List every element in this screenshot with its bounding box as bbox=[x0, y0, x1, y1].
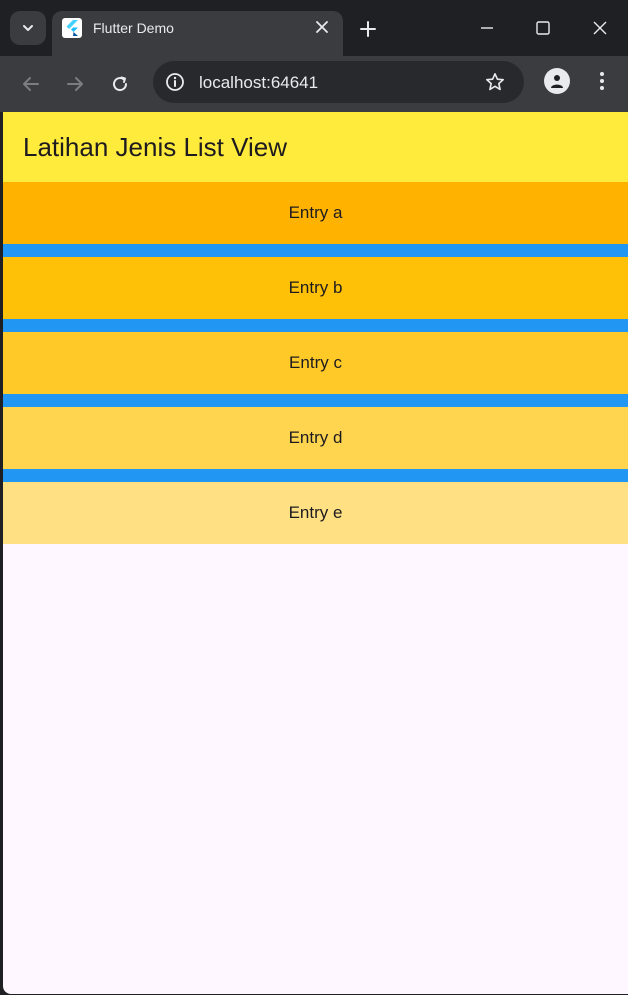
list-item-entry-a[interactable]: Entry a bbox=[3, 182, 628, 244]
flutter-logo-icon bbox=[62, 18, 82, 38]
app-bar: Latihan Jenis List View bbox=[3, 112, 628, 182]
active-tab[interactable]: Flutter Demo bbox=[52, 11, 343, 56]
list-item-entry-d[interactable]: Entry d bbox=[3, 407, 628, 469]
list-item-label: Entry e bbox=[288, 503, 343, 522]
list-item-entry-b[interactable]: Entry b bbox=[3, 257, 628, 319]
entry-list: Entry a Entry b Entry c Entry d Entry e bbox=[3, 182, 628, 544]
maximize-button[interactable] bbox=[529, 14, 557, 42]
address-bar[interactable]: localhost:64641 bbox=[153, 61, 524, 103]
list-divider bbox=[3, 469, 628, 482]
page-viewport: Latihan Jenis List View Entry a Entry b … bbox=[3, 112, 628, 994]
new-tab-button[interactable] bbox=[354, 15, 382, 43]
bookmark-star-icon[interactable] bbox=[484, 71, 506, 93]
tab-title: Flutter Demo bbox=[93, 20, 174, 36]
browser-tab-strip: Flutter Demo bbox=[0, 0, 628, 56]
forward-arrow-icon bbox=[67, 77, 83, 91]
browser-toolbar: localhost:64641 bbox=[0, 56, 628, 112]
url-text: localhost:64641 bbox=[199, 73, 319, 92]
maximize-icon bbox=[536, 21, 550, 35]
tab-search-button[interactable] bbox=[10, 11, 46, 45]
profile-avatar-icon[interactable] bbox=[544, 68, 570, 94]
list-item-label: Entry d bbox=[288, 428, 343, 447]
browser-menu-button[interactable] bbox=[590, 66, 614, 96]
site-info-icon[interactable] bbox=[163, 70, 187, 94]
close-window-button[interactable] bbox=[586, 14, 614, 42]
list-divider bbox=[3, 244, 628, 257]
list-divider bbox=[3, 394, 628, 407]
minimize-icon bbox=[481, 27, 493, 29]
close-icon bbox=[593, 21, 607, 35]
list-item-entry-c[interactable]: Entry c bbox=[3, 332, 628, 394]
close-tab-icon[interactable] bbox=[313, 18, 331, 36]
forward-button[interactable] bbox=[60, 69, 90, 99]
back-arrow-icon bbox=[23, 77, 39, 91]
more-vertical-icon bbox=[600, 72, 604, 90]
back-button[interactable] bbox=[16, 69, 46, 99]
reload-button[interactable] bbox=[105, 69, 135, 99]
chevron-down-icon bbox=[23, 25, 33, 31]
list-divider bbox=[3, 319, 628, 332]
list-item-entry-e[interactable]: Entry e bbox=[3, 482, 628, 544]
list-item-label: Entry c bbox=[289, 353, 342, 372]
list-item-label: Entry b bbox=[288, 278, 343, 297]
reload-icon bbox=[113, 76, 128, 92]
minimize-button[interactable] bbox=[473, 14, 501, 42]
plus-icon bbox=[360, 21, 376, 37]
app-bar-title: Latihan Jenis List View bbox=[23, 131, 288, 162]
list-item-label: Entry a bbox=[288, 203, 343, 222]
